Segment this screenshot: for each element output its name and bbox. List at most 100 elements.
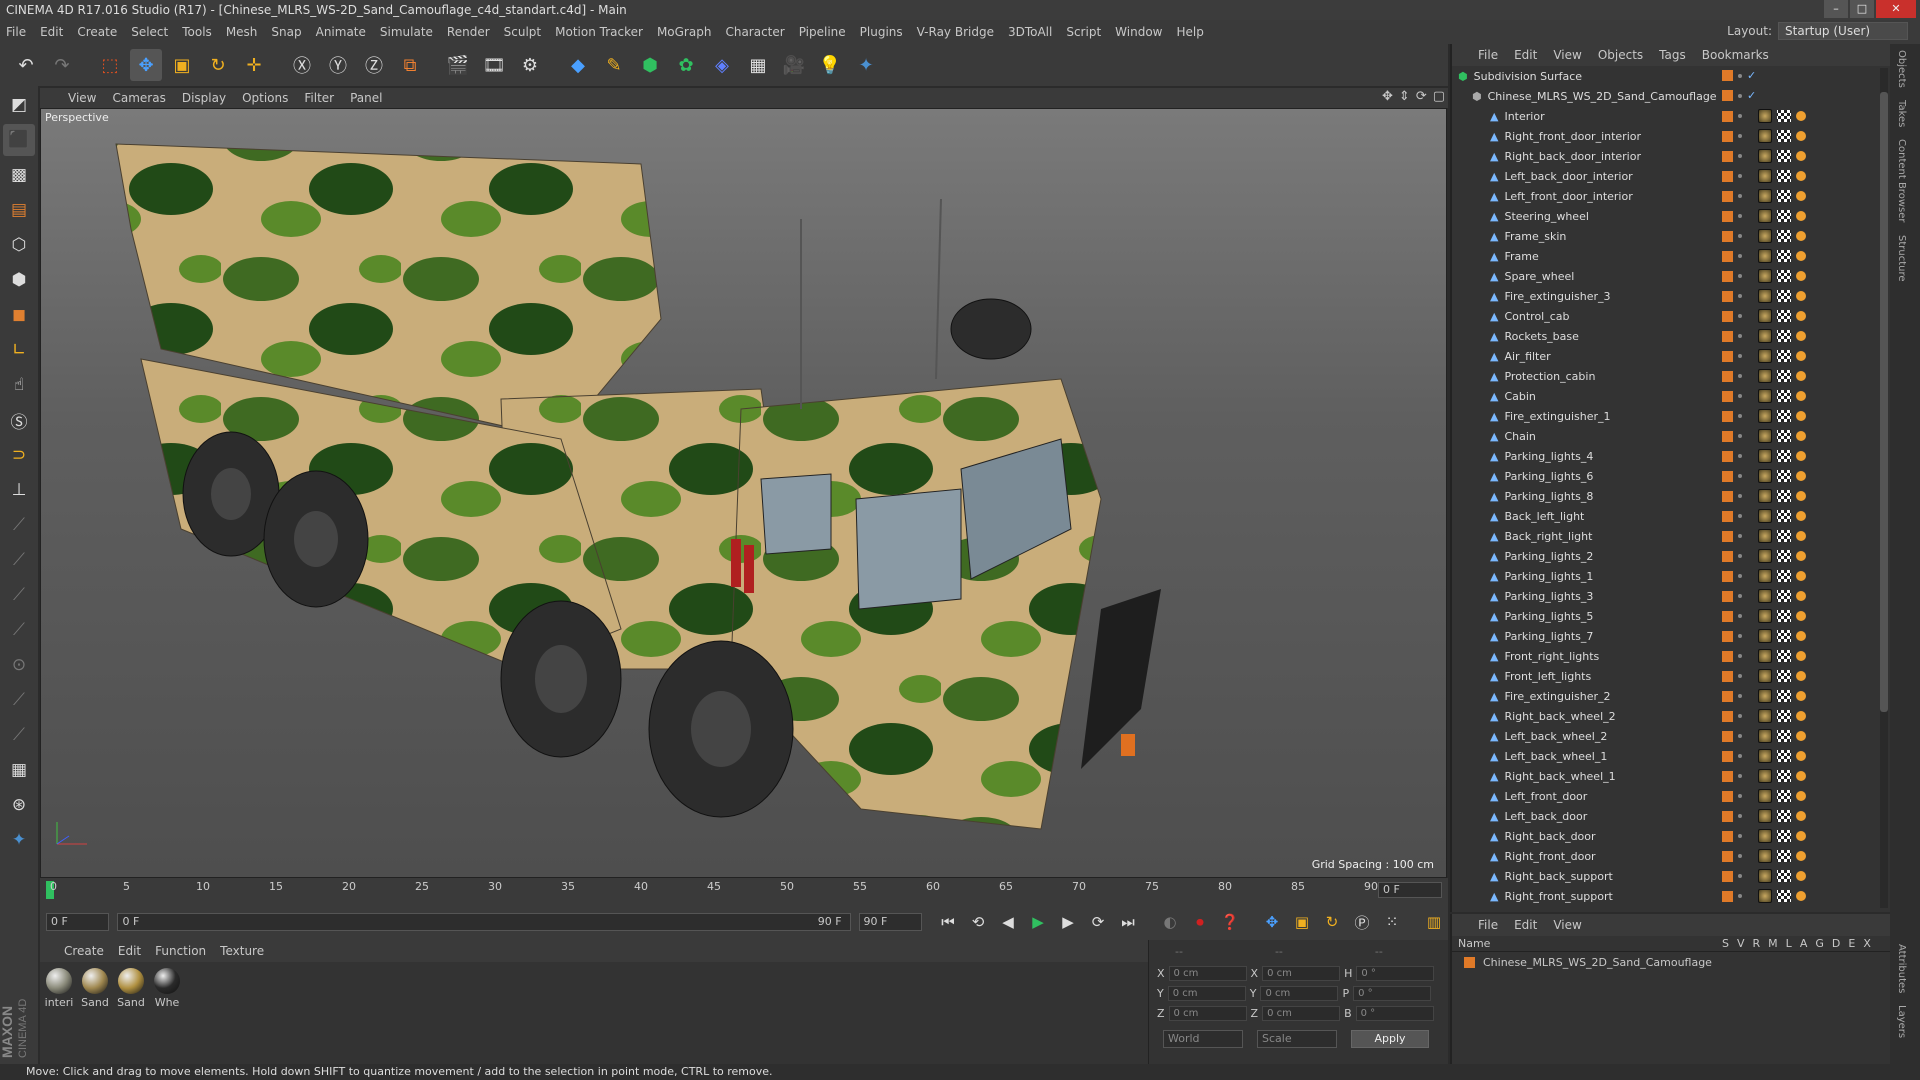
visibility-dot[interactable] — [1738, 454, 1742, 458]
end-frame-field[interactable]: 90 F — [858, 913, 922, 931]
phong-tag-icon[interactable] — [1796, 711, 1806, 721]
texture-tag-icon[interactable] — [1758, 349, 1772, 363]
visibility-dot[interactable] — [1738, 654, 1742, 658]
object-row[interactable]: ▲ Fire_extinguisher_2 — [1452, 686, 1890, 706]
symmetry-icon[interactable]: ⊛ — [3, 789, 35, 821]
layer-name[interactable]: Chinese_MLRS_WS_2D_Sand_Camouflage — [1483, 956, 1712, 969]
visibility-dot[interactable] — [1738, 814, 1742, 818]
object-name[interactable]: Right_back_door_interior — [1504, 150, 1641, 163]
object-name[interactable]: Right_back_support — [1504, 870, 1612, 883]
object-row[interactable]: ▲ Back_right_light — [1452, 526, 1890, 546]
size-field[interactable]: 0 cm — [1262, 1005, 1341, 1021]
object-menu-edit[interactable]: Edit — [1514, 48, 1537, 62]
array-generator-icon[interactable]: ✿ — [670, 49, 702, 81]
object-name[interactable]: Right_front_support — [1504, 890, 1612, 903]
object-name[interactable]: Left_back_wheel_2 — [1504, 730, 1607, 743]
object-name[interactable]: Parking_lights_6 — [1504, 470, 1593, 483]
floor-scene-icon[interactable]: ▦ — [742, 49, 774, 81]
weld-icon[interactable]: ⟋ — [3, 719, 35, 751]
key-parameter-icon[interactable]: Ⓟ — [1348, 908, 1376, 936]
visibility-dot[interactable] — [1738, 154, 1742, 158]
layer-color-swatch[interactable] — [1722, 390, 1733, 402]
uvw-tag-icon[interactable] — [1777, 410, 1791, 422]
object-row[interactable]: ▲ Cabin — [1452, 386, 1890, 406]
material-menu-create[interactable]: Create — [64, 944, 104, 958]
object-menu-view[interactable]: View — [1553, 48, 1581, 62]
layer-color-swatch[interactable] — [1722, 590, 1733, 602]
layer-color-swatch[interactable] — [1722, 750, 1733, 762]
object-name[interactable]: Parking_lights_3 — [1504, 590, 1593, 603]
uvw-tag-icon[interactable] — [1777, 170, 1791, 182]
key-pla-icon[interactable]: ⁙ — [1378, 908, 1406, 936]
texture-tag-icon[interactable] — [1758, 429, 1772, 443]
texture-tag-icon[interactable] — [1758, 869, 1772, 883]
layer-color-swatch[interactable] — [1722, 410, 1733, 422]
uvw-tag-icon[interactable] — [1777, 510, 1791, 522]
phong-tag-icon[interactable] — [1796, 151, 1806, 161]
texture-tag-icon[interactable] — [1758, 849, 1772, 863]
next-keyframe-icon[interactable]: ⟳ — [1084, 908, 1112, 936]
uvw-tag-icon[interactable] — [1777, 870, 1791, 882]
timeline-window-icon[interactable]: ▥ — [1420, 908, 1448, 936]
layer-column-header[interactable]: M — [1768, 937, 1778, 950]
orbit-icon[interactable]: ⟳ — [1416, 89, 1427, 104]
workplane-axis-icon[interactable]: ⊥ — [3, 474, 35, 506]
layer-color-swatch[interactable] — [1722, 190, 1733, 202]
object-row[interactable]: ▲ Frame — [1452, 246, 1890, 266]
material-swatch[interactable]: Sand — [116, 968, 146, 1009]
side-tab[interactable]: Structure — [1890, 229, 1913, 288]
visibility-dot[interactable] — [1738, 794, 1742, 798]
menu-snap[interactable]: Snap — [271, 25, 301, 39]
uvw-tag-icon[interactable] — [1777, 550, 1791, 562]
menu-v-ray-bridge[interactable]: V-Ray Bridge — [917, 25, 994, 39]
layer-column-header[interactable]: D — [1832, 937, 1840, 950]
object-name[interactable]: Chinese_MLRS_WS_2D_Sand_Camouflage — [1488, 90, 1717, 103]
phong-tag-icon[interactable] — [1796, 611, 1806, 621]
z-axis-lock-icon[interactable]: Ⓩ — [358, 49, 390, 81]
object-name[interactable]: Parking_lights_5 — [1504, 610, 1593, 623]
texture-mode-icon[interactable]: ▩ — [3, 159, 35, 191]
coord-scale-dropdown[interactable]: Scale — [1257, 1030, 1337, 1048]
visibility-dot[interactable] — [1738, 394, 1742, 398]
record-mode-icon[interactable]: ◐ — [1156, 908, 1184, 936]
menu-3dtoall[interactable]: 3DToAll — [1008, 25, 1052, 39]
menu-script[interactable]: Script — [1066, 25, 1101, 39]
material-swatch[interactable]: Whe — [152, 968, 182, 1009]
layer-color-swatch[interactable] — [1722, 850, 1733, 862]
visibility-dot[interactable] — [1738, 234, 1742, 238]
visibility-dot[interactable] — [1738, 774, 1742, 778]
phong-tag-icon[interactable] — [1796, 231, 1806, 241]
visibility-dot[interactable] — [1738, 374, 1742, 378]
visibility-dot[interactable] — [1738, 614, 1742, 618]
layer-color-swatch[interactable] — [1722, 630, 1733, 642]
python-icon[interactable]: ✦ — [850, 49, 882, 81]
apply-button[interactable]: Apply — [1351, 1030, 1429, 1048]
light-icon[interactable]: 💡 — [814, 49, 846, 81]
texture-tag-icon[interactable] — [1758, 889, 1772, 903]
phong-tag-icon[interactable] — [1796, 211, 1806, 221]
object-name[interactable]: Chain — [1504, 430, 1535, 443]
object-name[interactable]: Control_cab — [1504, 310, 1569, 323]
points-mode-icon[interactable]: ⬡ — [3, 229, 35, 261]
visibility-dot[interactable] — [1738, 73, 1742, 78]
grid-snap-icon[interactable]: ▦ — [3, 754, 35, 786]
phong-tag-icon[interactable] — [1796, 791, 1806, 801]
perspective-viewport[interactable]: Perspective Grid Spacing: 100 cm — [40, 108, 1447, 878]
menu-help[interactable]: Help — [1176, 25, 1203, 39]
make-editable-icon[interactable]: ◩ — [3, 89, 35, 121]
layer-column-header[interactable]: A — [1800, 937, 1808, 950]
play-icon[interactable]: ▶ — [1024, 908, 1052, 936]
texture-tag-icon[interactable] — [1758, 289, 1772, 303]
texture-tag-icon[interactable] — [1758, 629, 1772, 643]
object-name[interactable]: Fire_extinguisher_3 — [1504, 290, 1610, 303]
object-name[interactable]: Interior — [1504, 110, 1544, 123]
layer-menu-file[interactable]: File — [1478, 918, 1498, 932]
layer-column-header[interactable]: V — [1737, 937, 1745, 950]
uvw-tag-icon[interactable] — [1777, 850, 1791, 862]
phong-tag-icon[interactable] — [1796, 891, 1806, 901]
texture-tag-icon[interactable] — [1758, 789, 1772, 803]
uvw-tag-icon[interactable] — [1777, 810, 1791, 822]
phong-tag-icon[interactable] — [1796, 731, 1806, 741]
visibility-dot[interactable] — [1738, 594, 1742, 598]
object-name[interactable]: Parking_lights_1 — [1504, 570, 1593, 583]
